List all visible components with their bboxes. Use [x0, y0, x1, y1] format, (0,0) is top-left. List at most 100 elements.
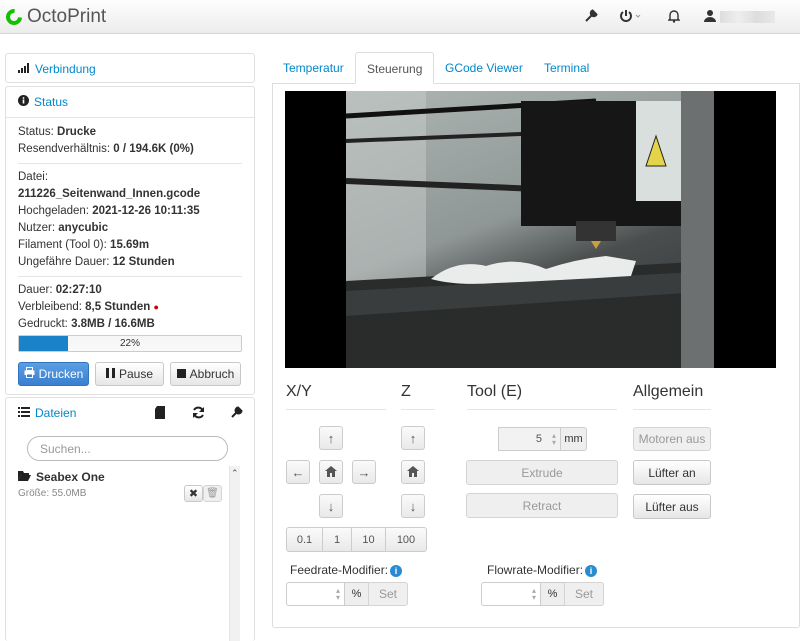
home-z-button[interactable]	[401, 460, 425, 484]
step-10-button[interactable]: 10	[351, 527, 386, 552]
tab-control[interactable]: Steuerung	[355, 52, 435, 84]
retract-button[interactable]: Retract	[466, 493, 618, 518]
cancel-button[interactable]: Abbruch	[170, 362, 241, 386]
files-panel: Dateien	[5, 397, 255, 641]
jog-z-minus-button[interactable]: ↓	[401, 494, 425, 518]
duration-label: Dauer:	[18, 284, 53, 296]
search-placeholder: Suchen...	[40, 441, 91, 456]
file-value: 211226_Seitenwand_Innen.gcode	[18, 188, 201, 200]
feedrate-input[interactable]: ▴ ▾	[286, 582, 345, 606]
state-row: Status: Drucke	[18, 124, 242, 141]
step-100-button[interactable]: 100	[385, 527, 427, 552]
folder-row: Seabex One	[18, 470, 105, 484]
motors-off-button[interactable]: Motoren aus	[633, 427, 711, 451]
tool-section-title: Tool (E)	[467, 383, 523, 400]
files-panel-header[interactable]: Dateien	[6, 398, 254, 428]
feedrate-percent-addon: %	[344, 582, 369, 606]
file-label-row: Datei:	[18, 169, 242, 186]
remaining-label: Verbleibend:	[18, 301, 82, 313]
resend-row: Resendverhältnis: 0 / 194.6K (0%)	[18, 141, 242, 158]
remaining-value: 8,5 Stunden	[85, 301, 151, 313]
connection-panel-header[interactable]: Verbindung	[6, 54, 254, 84]
duration-value: 02:27:10	[55, 284, 102, 296]
step-1-button[interactable]: 1	[322, 527, 352, 552]
printed-value: 3.8MB / 16.6MB	[71, 318, 155, 330]
home-icon	[325, 465, 337, 480]
xy-section-title: X/Y	[286, 383, 312, 400]
flowrate-input[interactable]: ▴ ▾	[481, 582, 541, 606]
extrude-amount-input[interactable]: 5 ▴ ▾	[498, 427, 561, 451]
file-list-item[interactable]: Seabex One Größe: 55.0MB	[18, 470, 105, 499]
scroll-up-icon[interactable]: ⌃	[231, 468, 239, 479]
signal-icon	[18, 62, 30, 76]
jog-x-minus-button[interactable]: ←	[286, 460, 310, 484]
feedrate-set-button[interactable]: Set	[368, 582, 408, 606]
user-icon[interactable]	[704, 9, 716, 26]
status-body: Status: Drucke Resendverhältnis: 0 / 194…	[6, 117, 254, 352]
printer-icon	[24, 367, 35, 381]
spinner-icon[interactable]: ▴ ▾	[552, 432, 556, 447]
files-label: Dateien	[35, 406, 77, 420]
print-button-label: Drucken	[38, 367, 84, 381]
tab-gcode-viewer[interactable]: GCode Viewer	[434, 52, 534, 84]
home-xy-button[interactable]	[319, 460, 343, 484]
pause-button[interactable]: Pause	[95, 362, 164, 386]
info-circle-icon	[18, 95, 29, 109]
state-value: Drucke	[57, 126, 97, 138]
webcam-stream[interactable]	[285, 91, 776, 368]
power-menu-icon[interactable]	[619, 9, 643, 26]
cut-file-button[interactable]: ✖	[184, 485, 203, 502]
user-name-blurred[interactable]	[720, 11, 775, 23]
divider	[286, 409, 386, 410]
tab-temperature[interactable]: Temperatur	[272, 52, 355, 84]
z-section-title: Z	[401, 383, 411, 400]
jog-x-plus-button[interactable]: →	[352, 460, 376, 484]
flowrate-percent-addon: %	[540, 582, 565, 606]
spinner-icon[interactable]: ▴ ▾	[336, 587, 340, 602]
wrench-icon[interactable]	[230, 406, 243, 422]
filament-label: Filament (Tool 0):	[18, 239, 107, 251]
divider	[633, 409, 711, 410]
filament-value: 15.69m	[110, 239, 150, 251]
extrude-button[interactable]: Extrude	[466, 460, 618, 485]
bell-icon[interactable]	[667, 9, 681, 26]
divider	[467, 409, 617, 410]
file-list-scrollbar[interactable]: ⌃	[229, 466, 240, 641]
jog-y-minus-button[interactable]: ↓	[319, 494, 343, 518]
refresh-icon[interactable]	[192, 406, 205, 422]
arrow-down-icon: ↓	[409, 498, 417, 514]
state-label: Status:	[18, 126, 54, 138]
wrench-icon[interactable]	[584, 9, 598, 26]
estimate-value: 12 Stunden	[112, 256, 175, 268]
flowrate-label-text: Flowrate-Modifier:	[487, 563, 584, 577]
status-label: Status	[34, 95, 69, 109]
info-icon[interactable]: i	[390, 564, 403, 577]
user-row: Nutzer: anycubic	[18, 220, 242, 237]
step-0-1-button[interactable]: 0.1	[286, 527, 323, 552]
sd-card-icon[interactable]	[155, 406, 165, 422]
jog-y-plus-button[interactable]: ↑	[319, 426, 343, 450]
tab-terminal[interactable]: Terminal	[533, 52, 600, 84]
flowrate-set-button[interactable]: Set	[564, 582, 604, 606]
status-panel-header[interactable]: Status	[6, 87, 254, 117]
estimate-row: Ungefähre Dauer: 12 Stunden	[18, 254, 242, 271]
top-navbar: OctoPrint	[0, 0, 800, 34]
estimate-quality-dot-icon: ●	[153, 302, 159, 312]
print-progress-bar: 22%	[18, 335, 242, 352]
brand[interactable]: OctoPrint	[2, 5, 106, 29]
jog-z-plus-button[interactable]: ↑	[401, 426, 425, 450]
file-search-input[interactable]: Suchen...	[27, 436, 228, 461]
fan-on-button[interactable]: Lüfter an	[633, 460, 711, 485]
delete-file-button[interactable]: 🗑	[203, 485, 222, 502]
arrow-down-icon: ↓	[327, 498, 335, 514]
resend-label: Resendverhältnis:	[18, 143, 111, 155]
print-button[interactable]: Drucken	[18, 362, 89, 386]
fan-off-button[interactable]: Lüfter aus	[633, 494, 711, 519]
arrow-right-icon: →	[357, 464, 371, 480]
info-icon[interactable]: i	[585, 564, 598, 577]
progress-text: 22%	[119, 338, 140, 349]
spinner-icon[interactable]: ▴ ▾	[532, 587, 536, 602]
pause-icon	[105, 367, 115, 381]
file-label: Datei:	[18, 171, 49, 183]
list-icon	[18, 406, 30, 420]
